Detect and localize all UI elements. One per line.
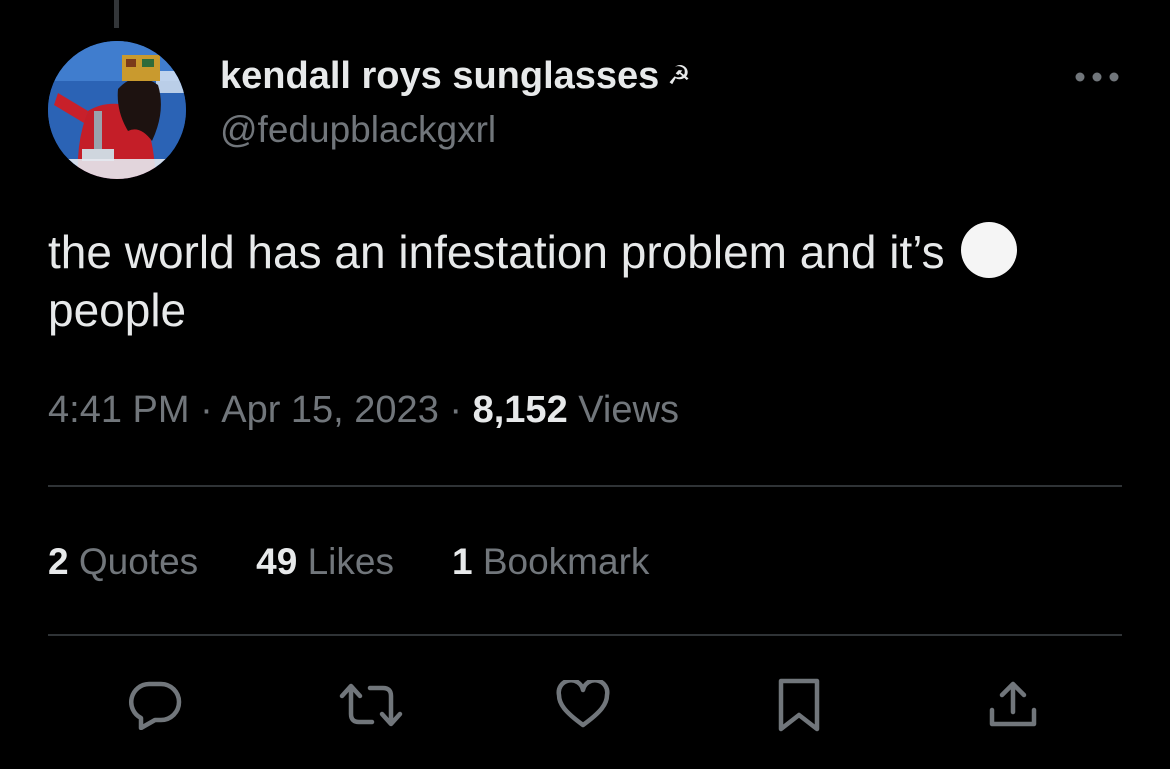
quotes-count: 2: [48, 541, 69, 582]
meta-separator: ·: [200, 389, 213, 431]
engagement-stats: 2 Quotes 49 Likes 1 Bookmark: [48, 538, 649, 586]
tweet-metadata: 4:41 PM · Apr 15, 2023 · 8,152 Views: [48, 386, 679, 434]
tweet-text-line2: people: [48, 284, 187, 336]
tweet-date[interactable]: Apr 15, 2023: [221, 389, 439, 431]
bookmark-button[interactable]: [764, 670, 834, 740]
likes-count: 49: [256, 541, 298, 582]
avatar[interactable]: [48, 41, 186, 179]
bookmark-icon: [778, 678, 820, 732]
heart-icon: [556, 680, 610, 728]
divider: [48, 634, 1122, 636]
share-icon: [989, 681, 1037, 727]
share-button[interactable]: [978, 670, 1048, 740]
meta-separator: ·: [449, 389, 463, 431]
views-label: Views: [578, 389, 679, 431]
author-name-text[interactable]: kendall roys sunglasses: [220, 52, 659, 100]
hammer-sickle-icon: ☭: [667, 61, 691, 91]
thread-connector-line: [114, 0, 119, 28]
author-display-name[interactable]: kendall roys sunglasses ☭: [220, 52, 691, 100]
tweet-text: the world has an infestation problem and…: [48, 222, 1118, 339]
retweet-button[interactable]: [336, 670, 406, 740]
more-dots-icon: [1075, 72, 1119, 82]
reply-icon: [129, 681, 182, 730]
tweet-time[interactable]: 4:41 PM: [48, 389, 190, 431]
likes-label: Likes: [307, 541, 394, 582]
bookmarks-count: 1: [451, 541, 473, 582]
tweet-actions-bar: [0, 670, 1170, 740]
reply-button[interactable]: [120, 670, 190, 740]
stat-bookmarks[interactable]: 1 Bookmark: [452, 538, 649, 586]
bookmarks-label: Bookmark: [482, 541, 650, 582]
tweet-text-line1: the world has an infestation problem and…: [48, 226, 945, 278]
views-count: 8,152: [472, 389, 568, 431]
author-handle[interactable]: @fedupblackgxrl: [220, 106, 691, 154]
quotes-label: Quotes: [78, 541, 199, 582]
tweet-author: kendall roys sunglasses ☭ @fedupblackgxr…: [220, 52, 691, 154]
stat-likes[interactable]: 49 Likes: [256, 538, 394, 586]
divider: [48, 485, 1122, 487]
avatar-image: [48, 41, 186, 179]
more-options-button[interactable]: [1072, 62, 1122, 92]
stat-quotes[interactable]: 2 Quotes: [48, 538, 198, 586]
retweet-icon: [339, 683, 403, 727]
like-button[interactable]: [548, 670, 618, 740]
white-circle-emoji: [961, 222, 1018, 278]
